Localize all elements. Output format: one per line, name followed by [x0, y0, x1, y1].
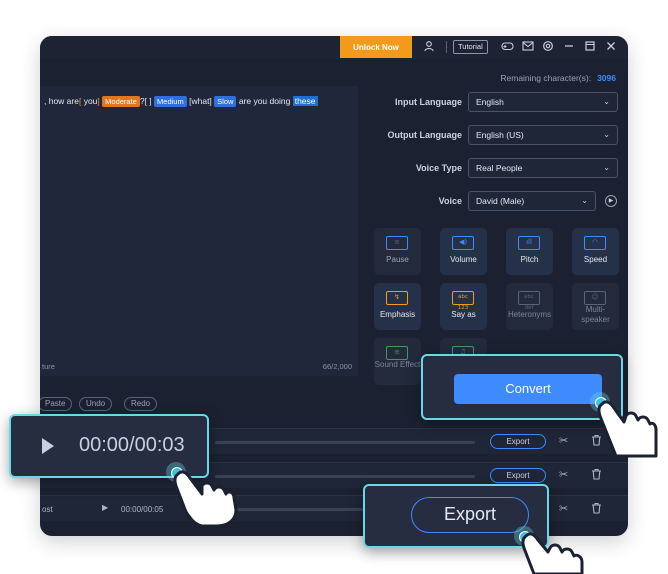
voice-type-label: Voice Type: [415, 163, 462, 173]
convert-callout: Convert: [421, 354, 623, 420]
pause-icon: ≡: [386, 236, 408, 250]
tag-slow[interactable]: Slow: [214, 96, 237, 107]
tool-say-as[interactable]: abc 123 Say as: [440, 283, 487, 330]
track-time: 00:00/00:05: [121, 505, 164, 514]
editor-footer-text: ture: [42, 362, 55, 371]
voice-preview-play-icon[interactable]: ▶: [605, 195, 617, 207]
pitch-icon: ıll: [518, 236, 540, 250]
volume-icon: ◀): [452, 236, 474, 250]
redo-button[interactable]: Redo: [124, 397, 158, 411]
trash-icon[interactable]: [591, 468, 602, 483]
track-progress[interactable]: [215, 441, 475, 444]
settings-icon[interactable]: [541, 40, 555, 54]
trash-icon[interactable]: [591, 502, 602, 517]
output-language-label: Output Language: [387, 130, 463, 140]
maximize-icon[interactable]: [583, 40, 597, 54]
paste-button[interactable]: Paste: [40, 397, 73, 411]
tool-speed[interactable]: ◠ Speed: [572, 228, 619, 275]
tool-emphasis[interactable]: ↯ Emphasis: [374, 283, 421, 330]
remaining-characters: Remaining character(s): 3096: [500, 73, 616, 83]
tag-medium[interactable]: Medium: [154, 96, 187, 107]
scissors-icon[interactable]: ✂: [559, 468, 568, 481]
text-editor[interactable]: , how are[ you] Moderate ?[ ] Medium [wha…: [40, 86, 358, 376]
chevron-down-icon: ⌄: [603, 163, 610, 172]
tool-volume[interactable]: ◀) Volume: [440, 228, 487, 275]
close-icon[interactable]: [604, 40, 618, 54]
player-time: 00:00/00:03: [79, 434, 185, 456]
tool-sound-effect[interactable]: ≡ Sound Effect: [374, 338, 421, 385]
page: Unlock Now Tutorial , how are[you] Mode…: [0, 0, 668, 574]
tool-pause[interactable]: ≡ Pause: [374, 228, 421, 275]
input-language-label: Input Language: [395, 97, 462, 107]
chevron-down-icon: ⌄: [603, 97, 610, 106]
input-language-select[interactable]: English ⌄: [468, 92, 618, 112]
say-as-icon: abc 123: [452, 291, 474, 311]
sound-effect-icon: ≡: [386, 346, 408, 360]
unlock-now-button[interactable]: Unlock Now: [340, 36, 412, 58]
voice-select[interactable]: David (Male) ⌄: [468, 191, 596, 211]
output-language-select[interactable]: English (US) ⌄: [468, 125, 618, 145]
character-count: 66/2,000: [322, 362, 352, 371]
gamepad-icon[interactable]: [500, 40, 514, 54]
track-export-button[interactable]: Export: [490, 434, 546, 449]
tool-multi-speaker[interactable]: ☺ Multi-speaker: [572, 283, 619, 330]
track-progress[interactable]: [215, 475, 475, 478]
mail-icon[interactable]: [521, 40, 535, 54]
tool-pitch[interactable]: ıll Pitch: [506, 228, 553, 275]
scissors-icon[interactable]: ✂: [559, 434, 568, 447]
chevron-down-icon: ⌄: [603, 130, 610, 139]
play-icon[interactable]: ▶: [102, 503, 108, 512]
tutorial-button[interactable]: Tutorial: [453, 40, 488, 54]
undo-button[interactable]: Undo: [79, 397, 113, 411]
editor-content[interactable]: , how are[ you] Moderate ?[ ] Medium [wha…: [44, 94, 318, 108]
speed-icon: ◠: [584, 236, 606, 250]
tool-heteronyms[interactable]: abc def Heteronyms: [506, 283, 553, 330]
play-icon[interactable]: [42, 438, 54, 454]
track-name: ost: [42, 505, 53, 514]
remaining-characters-value: 3096: [597, 73, 616, 83]
title-bar: Unlock Now Tutorial: [40, 36, 628, 58]
minimize-icon[interactable]: [562, 40, 576, 54]
chevron-down-icon: ⌄: [581, 196, 588, 205]
multi-speaker-icon: ☺: [584, 291, 606, 305]
pointer-hand-icon: [597, 400, 658, 458]
voice-type-select[interactable]: Real People ⌄: [468, 158, 618, 178]
emphasis-icon: ↯: [386, 291, 408, 305]
highlighted-word[interactable]: these: [292, 96, 318, 106]
title-bar-divider: [446, 41, 447, 53]
heteronyms-icon: abc def: [518, 291, 540, 311]
export-button[interactable]: Export: [411, 497, 529, 533]
voice-label: Voice: [438, 196, 462, 206]
convert-button[interactable]: Convert: [454, 374, 602, 404]
scissors-icon[interactable]: ✂: [559, 502, 568, 515]
pointer-hand-icon: [521, 532, 584, 574]
pointer-hand-icon: [173, 470, 238, 528]
track-export-button[interactable]: Export: [490, 468, 546, 483]
tag-moderate[interactable]: Moderate: [102, 96, 140, 107]
user-icon[interactable]: [422, 40, 436, 54]
